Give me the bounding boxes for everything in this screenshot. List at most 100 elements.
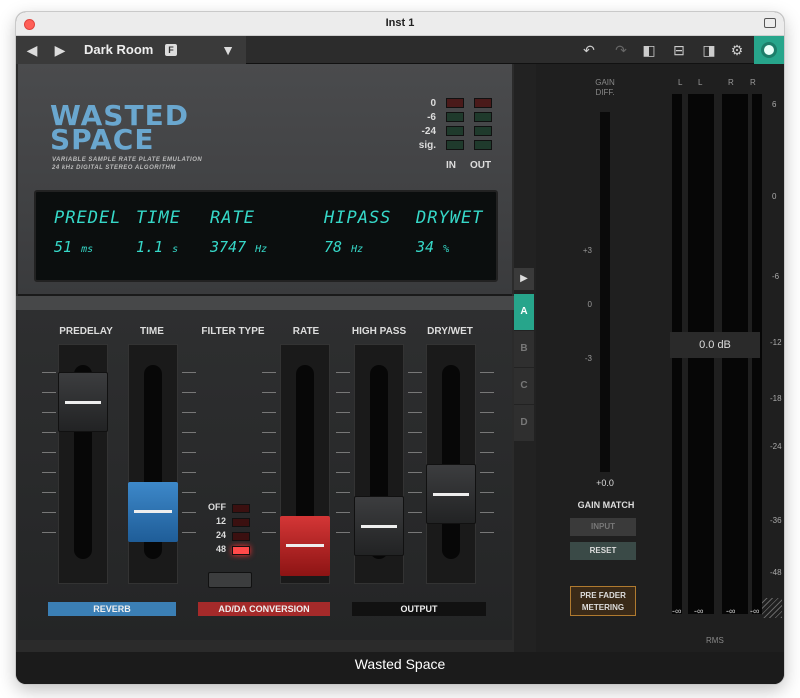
pre-fader-metering-button[interactable]: PRE FADER METERING xyxy=(570,586,636,616)
tick xyxy=(182,412,196,413)
gain-scale-minus3: -3 xyxy=(584,354,592,363)
dry-wet-fader[interactable] xyxy=(426,464,476,524)
tick xyxy=(408,372,422,373)
tick xyxy=(42,532,56,533)
metering-panel: GAIN DIFF. +3 0 -3 +0.0 GAIN MATCH INPUT… xyxy=(536,64,784,652)
meter-label-minus24: -24 xyxy=(421,126,436,137)
plugin-alliance-icon[interactable] xyxy=(754,36,784,64)
tick xyxy=(336,532,350,533)
rate-fader[interactable] xyxy=(280,516,330,576)
tick xyxy=(408,512,422,513)
high-pass-label: HIGH PASS xyxy=(351,326,407,337)
title-bar: Inst 1 xyxy=(16,12,784,36)
preset-name[interactable]: Dark Room xyxy=(84,42,153,57)
tick xyxy=(262,512,276,513)
tick xyxy=(42,452,56,453)
filter-48-led[interactable] xyxy=(232,546,250,555)
output-level-readout: 0.0 dB xyxy=(670,332,760,358)
tick xyxy=(480,452,494,453)
tick xyxy=(480,372,494,373)
right-panel-icon[interactable]: ◨ xyxy=(698,40,720,60)
tick xyxy=(42,492,56,493)
gain-diff-slider[interactable] xyxy=(600,112,610,472)
redo-icon[interactable]: ↷ xyxy=(610,40,632,60)
tick xyxy=(408,412,422,413)
bottom-panel-icon[interactable]: ⊟ xyxy=(668,40,690,60)
dry-wet-label: DRY/WET xyxy=(427,326,473,337)
display-header-predel: PREDEL xyxy=(54,208,122,228)
tick xyxy=(480,412,494,413)
resize-grip-icon[interactable] xyxy=(762,598,782,618)
tick xyxy=(262,372,276,373)
window-title: Inst 1 xyxy=(385,17,415,29)
time-fader[interactable] xyxy=(128,482,178,542)
time-slot xyxy=(128,344,178,584)
out-led-1 xyxy=(474,112,492,122)
picture-in-picture-icon[interactable] xyxy=(764,18,776,28)
out-led-3 xyxy=(474,140,492,150)
display-header-rate: RATE xyxy=(210,208,255,228)
tick xyxy=(262,452,276,453)
tick xyxy=(336,372,350,373)
undo-icon[interactable]: ↶ xyxy=(578,40,600,60)
high-pass-fader[interactable] xyxy=(354,496,404,556)
in-led-2 xyxy=(446,126,464,136)
meter-inf-3: -∞ xyxy=(726,606,736,616)
subtitle: VARIABLE SAMPLE RATE PLATE EMULATION 24 … xyxy=(52,156,202,172)
display-value-predel: 51 ms xyxy=(54,238,94,256)
previous-preset-icon[interactable]: ◀ xyxy=(22,40,42,60)
left-panel-icon[interactable]: ◧ xyxy=(638,40,660,60)
prefader-line1: PRE FADER xyxy=(580,591,626,600)
tick xyxy=(480,472,494,473)
gain-scale-plus3: +3 xyxy=(582,246,592,255)
vfd-display: PREDEL TIME RATE HIPASS DRYWET 51 ms 1.1… xyxy=(34,190,498,282)
in-label: IN xyxy=(446,160,456,171)
output-section-label: OUTPUT xyxy=(352,602,486,616)
meter-channel-r2: R xyxy=(750,78,756,87)
meter-scale-minus48: -48 xyxy=(770,568,782,577)
tick xyxy=(42,412,56,413)
display-value-time: 1.1 s xyxy=(136,238,179,256)
tick xyxy=(42,392,56,393)
predelay-fader[interactable] xyxy=(58,372,108,432)
plugin-window: Inst 1 ◀ ▶ Dark Room F ▼ ↶ ↷ ◧ ⊟ ◨ ⚙ WAS… xyxy=(16,12,784,684)
snapshot-d[interactable]: D xyxy=(514,405,534,441)
snapshot-a[interactable]: A xyxy=(514,294,534,330)
out-led-2 xyxy=(474,126,492,136)
meter-label-0: 0 xyxy=(430,98,436,109)
filter-type-button[interactable] xyxy=(208,572,252,588)
expand-arrow-icon[interactable]: ▶ xyxy=(514,268,534,290)
favorite-badge[interactable]: F xyxy=(165,44,177,56)
snapshot-b[interactable]: B xyxy=(514,331,534,367)
meter-label-sig: sig. xyxy=(418,140,436,151)
input-button[interactable]: INPUT xyxy=(570,518,636,536)
next-preset-icon[interactable]: ▶ xyxy=(50,40,70,60)
tick xyxy=(480,492,494,493)
filter-24-led[interactable] xyxy=(232,532,250,541)
display-value-hipass: 78 Hz xyxy=(324,238,364,256)
top-panel: WASTED SPACE VARIABLE SAMPLE RATE PLATE … xyxy=(18,64,512,296)
snapshot-tabs: A B C D xyxy=(514,294,534,442)
settings-gear-icon[interactable]: ⚙ xyxy=(726,40,748,60)
display-header-hipass: HIPASS xyxy=(324,208,392,228)
rms-label: RMS xyxy=(706,636,724,645)
rate-label: RATE xyxy=(292,326,320,337)
tick xyxy=(336,432,350,433)
meter-channel-l1: L xyxy=(678,78,683,87)
predelay-label: PREDELAY xyxy=(59,326,113,337)
subtitle-line1: VARIABLE SAMPLE RATE PLATE EMULATION xyxy=(52,157,203,163)
tick xyxy=(42,372,56,373)
filter-type-label: FILTER TYPE xyxy=(201,326,265,337)
meter-scale-minus36: -36 xyxy=(770,516,782,525)
preset-dropdown-icon[interactable]: ▼ xyxy=(218,40,238,60)
reset-button[interactable]: RESET xyxy=(570,542,636,560)
filter-off-led[interactable] xyxy=(232,504,250,513)
tick xyxy=(262,412,276,413)
tick xyxy=(408,392,422,393)
footer-title: Wasted Space xyxy=(16,652,784,684)
filter-12-led[interactable] xyxy=(232,518,250,527)
meter-scale-minus24: -24 xyxy=(770,442,782,451)
snapshot-c[interactable]: C xyxy=(514,368,534,404)
tick xyxy=(42,472,56,473)
subtitle-line2: 24 kHz DIGITAL STEREO ALGORITHM xyxy=(52,165,176,171)
